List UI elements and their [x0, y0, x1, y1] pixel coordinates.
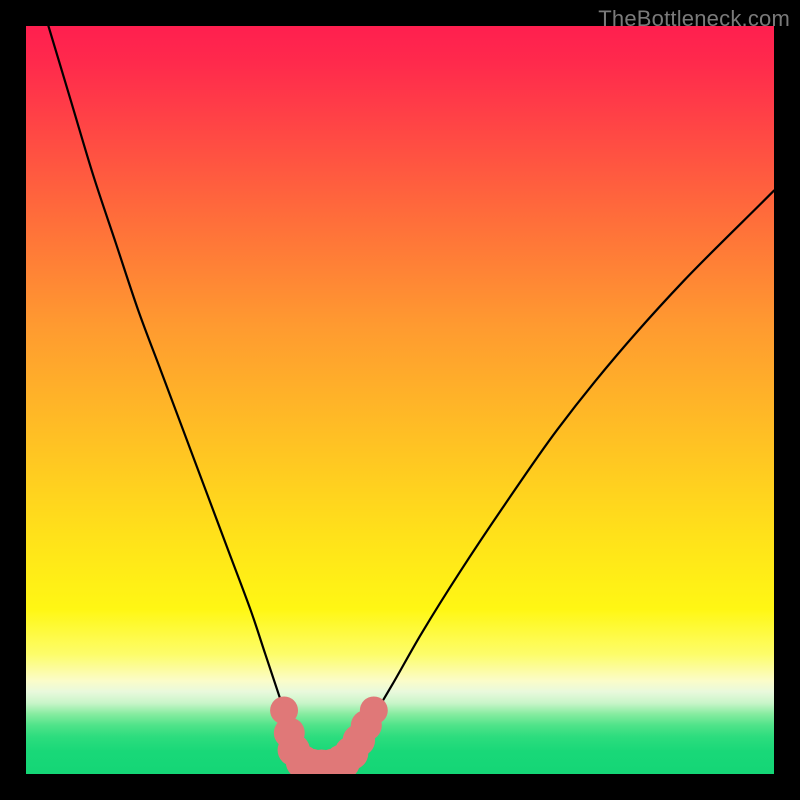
- watermark-text: TheBottleneck.com: [598, 6, 790, 32]
- trough-marker-group: [270, 696, 388, 774]
- plot-area: [26, 26, 774, 774]
- curve-layer: [26, 26, 774, 774]
- trough-marker: [360, 696, 388, 724]
- bottleneck-curve: [48, 26, 774, 767]
